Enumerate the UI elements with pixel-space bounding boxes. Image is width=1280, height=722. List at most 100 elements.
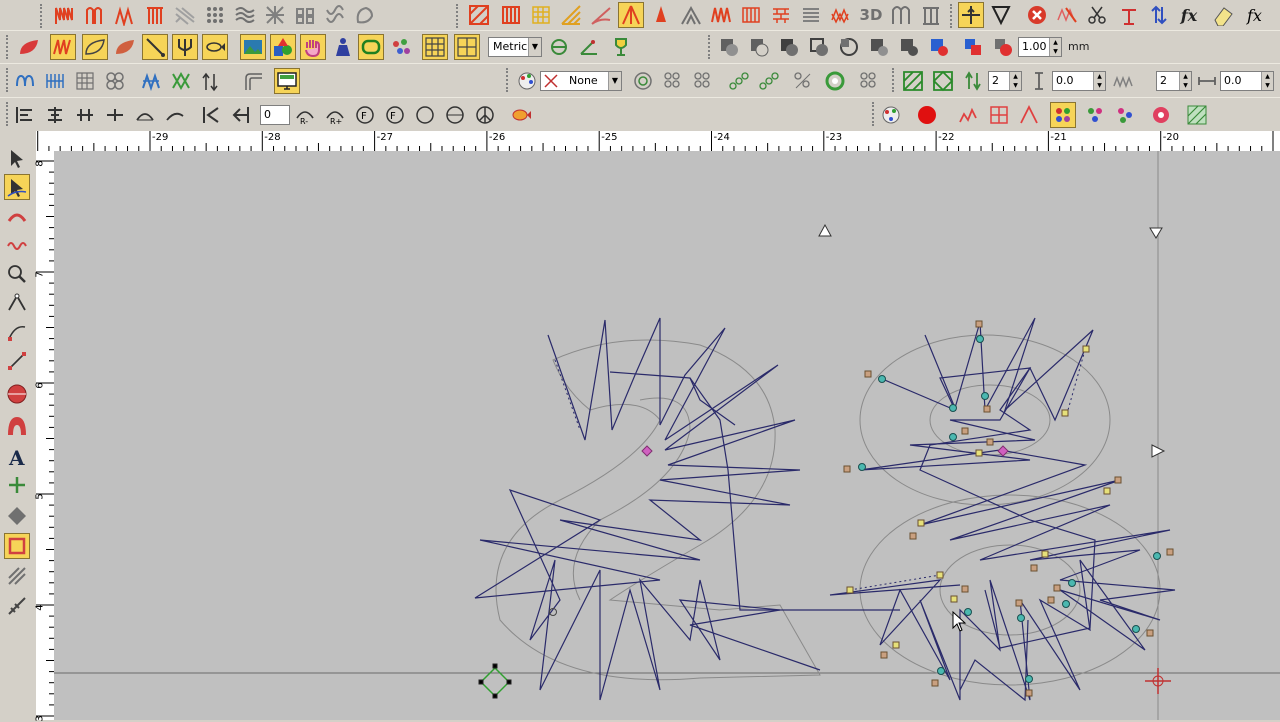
node-circle[interactable] xyxy=(1068,579,1076,587)
fx-formula-icon[interactable]: fx xyxy=(1242,2,1268,28)
reverse-icon[interactable] xyxy=(1146,2,1172,28)
fish-icon[interactable] xyxy=(202,34,228,60)
diamond-tool-icon[interactable] xyxy=(4,503,30,529)
pattern-fill-icon[interactable] xyxy=(172,2,198,28)
sequin-multi-icon[interactable] xyxy=(856,68,882,94)
spin-arrows-icon[interactable]: ▲ ▼ xyxy=(1093,72,1105,90)
pattern-select[interactable]: None ▼ xyxy=(540,71,622,91)
radial-fill-icon[interactable] xyxy=(618,2,644,28)
node-square[interactable] xyxy=(917,519,925,527)
split-icon[interactable] xyxy=(1116,2,1142,28)
node-square[interactable] xyxy=(1103,487,1111,495)
sequin-ring-icon[interactable] xyxy=(822,68,848,94)
arc-flip-icon[interactable] xyxy=(162,102,188,128)
width-icon[interactable] xyxy=(1194,68,1220,94)
align-left-icon[interactable] xyxy=(12,102,38,128)
hatch-box-icon[interactable] xyxy=(1184,102,1210,128)
figure-icon[interactable] xyxy=(330,34,356,60)
stitch-path-icon[interactable] xyxy=(956,102,982,128)
cancel-icon[interactable] xyxy=(1024,2,1050,28)
circle-shape-icon[interactable] xyxy=(4,381,30,407)
node-square[interactable] xyxy=(909,532,917,540)
fit-icon[interactable]: F xyxy=(352,102,378,128)
control-nodes[interactable] xyxy=(843,320,1174,697)
node-circle[interactable] xyxy=(1132,625,1140,633)
measure-icon[interactable] xyxy=(546,34,572,60)
grid-fill-icon[interactable] xyxy=(528,2,554,28)
zoom-factor-spinner[interactable]: 1.00 ▲ ▼ xyxy=(1018,37,1062,57)
star-fill-icon[interactable] xyxy=(648,2,674,28)
toolbar-grip[interactable] xyxy=(950,4,956,28)
loop-stitch-icon[interactable] xyxy=(12,68,38,94)
node-square[interactable] xyxy=(880,651,888,659)
curve-fill-icon[interactable] xyxy=(588,2,614,28)
node-square[interactable] xyxy=(961,585,969,593)
select-arrow-icon[interactable] xyxy=(4,145,30,171)
frame-tool-icon[interactable] xyxy=(4,533,30,559)
combine-shapes-icon[interactable] xyxy=(716,34,742,60)
node-square[interactable] xyxy=(983,405,991,413)
line-node-icon[interactable] xyxy=(4,348,30,374)
color-sort-icon[interactable] xyxy=(1050,102,1076,128)
count-a-spinner[interactable]: 2 ▲ ▼ xyxy=(988,71,1022,91)
design-canvas[interactable] xyxy=(54,151,1280,720)
sequin-path-icon[interactable] xyxy=(726,68,752,94)
node-square[interactable] xyxy=(931,679,939,687)
chain-stitch-icon[interactable] xyxy=(102,68,128,94)
node-square[interactable] xyxy=(843,465,851,473)
toolbar-grip[interactable] xyxy=(892,68,898,92)
angle-fill-icon[interactable] xyxy=(558,2,584,28)
node-square[interactable] xyxy=(1041,550,1049,558)
chenille-stitch-icon[interactable] xyxy=(42,68,68,94)
node-square[interactable] xyxy=(975,320,983,328)
node-square[interactable] xyxy=(1082,345,1090,353)
circle-outline-icon[interactable] xyxy=(412,102,438,128)
height-icon[interactable] xyxy=(1026,68,1052,94)
node-circle[interactable] xyxy=(1025,675,1033,683)
brick-fill-icon[interactable] xyxy=(768,2,794,28)
fabric-shape-icon[interactable] xyxy=(16,34,42,60)
auto-fabric-icon[interactable] xyxy=(466,2,492,28)
spin-arrows-icon[interactable]: ▲ ▼ xyxy=(1049,38,1061,56)
rotate-minus-icon[interactable]: R- xyxy=(292,102,318,128)
run-stitch-icon[interactable] xyxy=(112,2,138,28)
stitch-area-icon[interactable] xyxy=(50,34,76,60)
node-square[interactable] xyxy=(986,438,994,446)
curve-node-icon[interactable] xyxy=(4,319,30,345)
text-tool-icon[interactable]: A xyxy=(4,444,30,470)
node-circle[interactable] xyxy=(976,335,984,343)
circle-arc-icon[interactable] xyxy=(442,102,468,128)
stipple-fill-icon[interactable] xyxy=(322,2,348,28)
picture-icon[interactable] xyxy=(240,34,266,60)
node-circle[interactable] xyxy=(1017,614,1025,622)
sequin-fill-icon[interactable] xyxy=(756,68,782,94)
cross-fill-icon[interactable] xyxy=(262,2,288,28)
fancy-fill-icon[interactable] xyxy=(828,2,854,28)
node-square[interactable] xyxy=(961,427,969,435)
spiral-fill-icon[interactable] xyxy=(678,2,704,28)
rotate-plus-icon[interactable]: R+ xyxy=(322,102,348,128)
node-square[interactable] xyxy=(1166,548,1174,556)
align-center-icon[interactable] xyxy=(42,102,68,128)
node-square[interactable] xyxy=(1053,584,1061,592)
distribute-icon[interactable] xyxy=(72,102,98,128)
satin-column-icon[interactable] xyxy=(82,2,108,28)
node-circle[interactable] xyxy=(878,375,886,383)
color-wheel-icon[interactable] xyxy=(878,102,904,128)
end-point-marker[interactable] xyxy=(1145,668,1171,694)
start-point-icon[interactable] xyxy=(198,102,224,128)
puff-fill-icon[interactable] xyxy=(888,2,914,28)
transform-handle-top[interactable] xyxy=(818,223,832,237)
split-tool-icon[interactable] xyxy=(4,472,30,498)
lines-fill-icon[interactable] xyxy=(798,2,824,28)
needle-point-icon[interactable] xyxy=(142,34,168,60)
appliqué-fill-icon[interactable] xyxy=(352,2,378,28)
mesh-stitch-icon[interactable] xyxy=(72,68,98,94)
fish-warp-icon[interactable] xyxy=(508,102,534,128)
hoop-icon[interactable] xyxy=(358,34,384,60)
weld-shapes-icon[interactable] xyxy=(896,34,922,60)
transform-handle-corner[interactable] xyxy=(1149,227,1163,239)
trim-shapes-icon[interactable] xyxy=(866,34,892,60)
arc-icon[interactable] xyxy=(132,102,158,128)
exclude-shapes-icon[interactable] xyxy=(806,34,832,60)
